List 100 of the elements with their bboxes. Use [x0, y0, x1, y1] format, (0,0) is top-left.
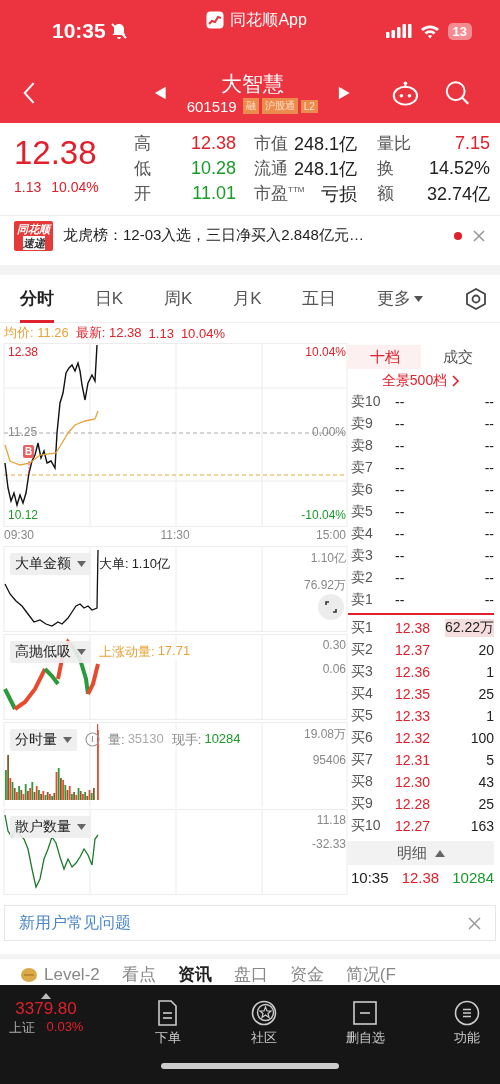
stat-value: 248.1亿	[293, 132, 357, 156]
stat-value: 248.1亿	[293, 157, 357, 181]
stock-tag: 融	[242, 98, 259, 114]
wifi-icon	[419, 23, 440, 39]
time-label: 09:30	[4, 528, 35, 543]
stat-label: 市值	[254, 133, 288, 155]
search-icon[interactable]	[445, 78, 470, 107]
stat-label: 换	[377, 158, 394, 180]
faq-link[interactable]: 新用户常见问题	[19, 912, 131, 934]
indicator-selector[interactable]: 高抛低吸	[10, 640, 91, 663]
reading-value: 1.10亿	[131, 555, 170, 574]
stat-value: 11.01	[192, 183, 236, 204]
full-depth-link[interactable]: 全景500档	[348, 370, 494, 391]
level-label: 卖2	[351, 569, 374, 587]
level-price: --	[395, 592, 406, 608]
stock-code: 601519	[186, 97, 237, 115]
stat-value: 32.74亿	[426, 182, 490, 206]
detail-tab[interactable]: 资金	[289, 963, 324, 986]
level-label: 卖3	[351, 547, 374, 565]
reading-label: 大单:	[99, 555, 129, 574]
level-label: 买4	[351, 685, 374, 703]
toolbar-button[interactable]: 社区	[250, 993, 277, 1047]
indicator-selector[interactable]: 散户数量	[10, 816, 91, 839]
indicator-selector[interactable]: 分时量	[10, 728, 77, 751]
status-time: 10:35	[52, 19, 106, 43]
chart-tab[interactable]: 五日	[302, 274, 337, 323]
level-label: 买7	[351, 751, 374, 769]
stock-tag: L2	[300, 99, 318, 113]
level-price: --	[395, 526, 406, 542]
summary-value: 10.04%	[180, 325, 225, 341]
caret-icon	[77, 648, 86, 655]
chart-tab[interactable]: 周K	[164, 274, 193, 323]
previous-stock-icon[interactable]	[154, 84, 167, 101]
axis-label: 0.06	[322, 661, 346, 676]
axis-label: 95406	[312, 752, 346, 767]
level-label: 买10	[351, 817, 382, 835]
level-volume: --	[483, 482, 494, 498]
chart-tab[interactable]: 月K	[233, 274, 262, 323]
level-volume: --	[483, 394, 494, 410]
chart-tab[interactable]: 日K	[94, 274, 124, 323]
detail-tab[interactable]: 简况(F	[345, 963, 396, 986]
reading-value: 10284	[204, 730, 241, 748]
stat-value: 7.15	[454, 133, 490, 154]
caret-icon	[414, 295, 424, 302]
level-price: 12.30	[395, 774, 432, 790]
detail-tab[interactable]: 资讯	[177, 963, 212, 986]
close-icon[interactable]	[472, 228, 486, 243]
level-label: 卖9	[351, 415, 374, 433]
app-label: 同花顺App	[230, 9, 307, 30]
battery-level: 13	[447, 22, 472, 40]
toolbar-button[interactable]: 下单	[155, 993, 182, 1047]
toolbar-button[interactable]: 删自选	[345, 993, 385, 1047]
settings-icon[interactable]	[464, 286, 488, 311]
percent-change: 10.04%	[51, 179, 99, 195]
fullscreen-icon[interactable]	[318, 594, 344, 621]
index-name: 上证	[8, 1019, 35, 1037]
level-label: 卖1	[351, 591, 374, 609]
detail-tab[interactable]: Level-2	[20, 964, 100, 985]
stat-value: 亏损	[321, 182, 357, 206]
axis-label: 11.18	[316, 813, 346, 828]
level-label: 卖6	[351, 481, 374, 499]
level-volume: --	[483, 460, 494, 476]
robot-icon[interactable]	[392, 78, 419, 107]
toolbar-button[interactable]: 功能	[454, 993, 480, 1047]
book-tab[interactable]: 成交	[421, 344, 494, 369]
axis-label: 1.10亿	[310, 550, 346, 568]
axis-label: 10.04%	[305, 345, 346, 359]
book-tab[interactable]: 十档	[348, 344, 421, 369]
level-price: --	[395, 570, 406, 586]
level-price: --	[395, 394, 406, 410]
detail-button[interactable]: 明细	[348, 841, 494, 865]
level-price: --	[395, 504, 406, 520]
level-price: 12.37	[395, 642, 432, 658]
level-volume: 5	[485, 752, 494, 768]
detail-tab[interactable]: 盘口	[233, 963, 268, 986]
stat-value: 10.28	[190, 158, 236, 179]
stock-name: 大智慧	[220, 70, 284, 97]
level-price: 12.35	[395, 686, 432, 702]
indicator-selector[interactable]: 大单金额	[10, 553, 91, 576]
axis-label: 0.30	[322, 637, 346, 652]
trade-volume: 10284	[452, 868, 494, 886]
star-circle-icon	[250, 999, 277, 1027]
axis-label: 10.12	[8, 508, 39, 523]
stat-label: 开	[134, 183, 151, 205]
news-headline[interactable]: 龙虎榜：12-03入选，三日净买入2.848亿元…	[63, 226, 444, 245]
next-stock-icon[interactable]	[337, 84, 351, 101]
level-price: 12.31	[395, 752, 432, 768]
info-icon[interactable]	[85, 732, 100, 748]
chart-tab[interactable]: 分时	[20, 274, 54, 323]
level-volume: --	[483, 504, 494, 520]
level-label: 卖8	[351, 437, 374, 455]
index-value[interactable]: 3379.80	[15, 999, 77, 1019]
detail-tab[interactable]: 看点	[121, 963, 156, 986]
level-label: 买2	[351, 641, 374, 659]
chart-tab[interactable]: 更多	[377, 274, 424, 323]
stat-label: 量比	[377, 133, 411, 155]
reading-value: 17.71	[157, 642, 191, 660]
close-icon[interactable]	[468, 916, 481, 930]
level-volume: 25	[477, 686, 494, 702]
level-price: --	[395, 482, 406, 498]
